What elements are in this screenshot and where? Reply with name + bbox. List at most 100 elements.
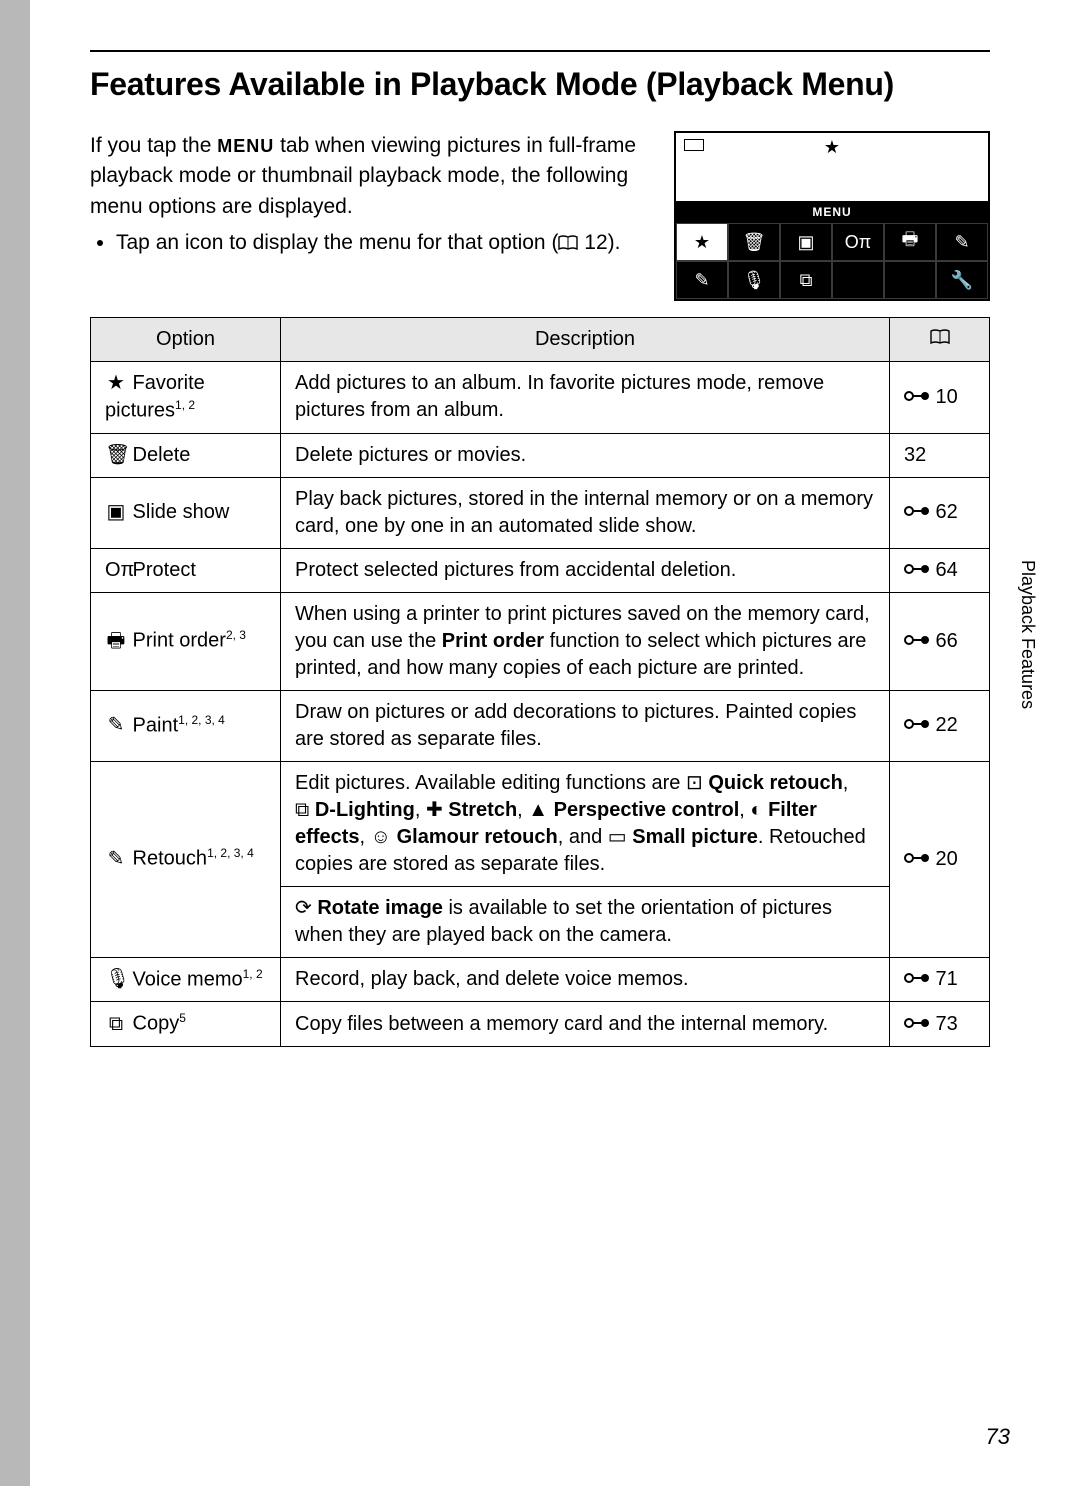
favorite-icon: ★ <box>676 223 728 261</box>
slideshow-icon: ▣ <box>780 223 832 261</box>
table-row: ✎ Paint1, 2, 3, 4Draw on pictures or add… <box>91 690 990 761</box>
bullet-text-a: Tap an icon to display the menu for that… <box>116 231 558 254</box>
paint-icon: ✎ <box>936 223 988 261</box>
table-row: 🎙 Voice memo1, 2Record, play back, and d… <box>91 957 990 1002</box>
retouch-fn-icon: ⊡ <box>686 772 703 794</box>
option-cell: Oπ Protect <box>91 548 281 592</box>
reference-cell: 71 <box>890 957 990 1002</box>
reference-link-icon <box>904 387 930 407</box>
manual-page: Features Available in Playback Mode (Pla… <box>30 0 1080 1486</box>
options-table: Option Description ★ Favoritepictures1, … <box>90 317 990 1047</box>
description-cell: ⟳ Rotate image is available to set the o… <box>281 886 890 957</box>
page-number: 73 <box>986 1424 1010 1450</box>
preview-row-1: ★ 🗑 ▣ Oπ 🖶 ✎ <box>676 223 988 261</box>
camera-preview-graphic: ★ MENU ★ 🗑 ▣ Oπ 🖶 ✎ ✎ 🎙 ⧉ 🔧 <box>674 131 990 301</box>
reference-cell: 62 <box>890 477 990 548</box>
page-title: Features Available in Playback Mode (Pla… <box>90 66 990 103</box>
settings-icon: 🔧 <box>936 261 988 299</box>
option-cell: ▣ Slide show <box>91 477 281 548</box>
option-cell: ★ Favoritepictures1, 2 <box>91 362 281 434</box>
blank-cell <box>884 261 936 299</box>
table-row: ★ Favoritepictures1, 2Add pictures to an… <box>91 362 990 434</box>
description-cell: Play back pictures, stored in the intern… <box>281 477 890 548</box>
option-icon: ⧉ <box>105 1011 127 1038</box>
table-row: ▣ Slide showPlay back pictures, stored i… <box>91 477 990 548</box>
retouch-fn-icon: ▭ <box>608 826 627 848</box>
header-description: Description <box>281 318 890 362</box>
description-cell: Edit pictures. Available editing functio… <box>281 761 890 886</box>
description-cell: Copy files between a memory card and the… <box>281 1002 890 1047</box>
voice-memo-icon: 🎙 <box>728 261 780 299</box>
intro-section: If you tap the MENU tab when viewing pic… <box>90 131 990 301</box>
retouch-fn-icon: ▲ <box>528 799 548 821</box>
reference-link-icon <box>904 502 930 522</box>
reference-cell: 64 <box>890 548 990 592</box>
reference-link-icon <box>904 1014 930 1034</box>
description-cell: Delete pictures or movies. <box>281 433 890 477</box>
reference-link-icon <box>904 715 930 735</box>
reference-cell: 10 <box>890 362 990 434</box>
print-order-icon: 🖶 <box>884 223 936 261</box>
delete-icon: 🗑 <box>728 223 780 261</box>
header-reference <box>890 318 990 362</box>
copy-icon: ⧉ <box>780 261 832 299</box>
option-cell: ✎ Retouch1, 2, 3, 4 <box>91 761 281 957</box>
option-icon: ✎ <box>105 712 127 739</box>
description-cell: When using a printer to print pictures s… <box>281 592 890 690</box>
table-row: Oπ ProtectProtect selected pictures from… <box>91 548 990 592</box>
header-option: Option <box>91 318 281 362</box>
option-icon: ✎ <box>105 846 127 873</box>
reference-link-icon <box>904 969 930 989</box>
option-icon: ▣ <box>105 499 127 526</box>
table-row: 🖶 Print order2, 3When using a printer to… <box>91 592 990 690</box>
preview-menu-bar: MENU <box>676 201 988 223</box>
option-cell: ✎ Paint1, 2, 3, 4 <box>91 690 281 761</box>
intro-bullet: Tap an icon to display the menu for that… <box>116 228 654 260</box>
table-row: 🗑 DeleteDelete pictures or movies.32 <box>91 433 990 477</box>
battery-icon <box>684 139 704 151</box>
rotate-icon: ⟳ <box>295 897 312 919</box>
reference-cell: 22 <box>890 690 990 761</box>
protect-icon: Oπ <box>832 223 884 261</box>
menu-word: MENU <box>217 136 274 156</box>
book-icon <box>929 329 951 345</box>
description-cell: Protect selected pictures from accidenta… <box>281 548 890 592</box>
description-cell: Draw on pictures or add decorations to p… <box>281 690 890 761</box>
retouch-icon: ✎ <box>676 261 728 299</box>
option-icon: 🖶 <box>105 628 127 655</box>
option-icon: ★ <box>105 370 127 397</box>
book-icon <box>558 230 578 260</box>
table-header-row: Option Description <box>91 318 990 362</box>
description-cell: Record, play back, and delete voice memo… <box>281 957 890 1002</box>
retouch-fn-icon: ◐ <box>750 799 762 821</box>
reference-link-icon <box>904 849 930 869</box>
intro-part-1: If you tap the <box>90 134 217 157</box>
blank-cell <box>832 261 884 299</box>
reference-link-icon <box>904 560 930 580</box>
option-cell: 🖶 Print order2, 3 <box>91 592 281 690</box>
top-rule <box>90 50 990 52</box>
reference-cell: 20 <box>890 761 990 957</box>
description-cell: Add pictures to an album. In favorite pi… <box>281 362 890 434</box>
reference-link-icon <box>904 631 930 651</box>
option-cell: 🎙 Voice memo1, 2 <box>91 957 281 1002</box>
option-cell: ⧉ Copy5 <box>91 1002 281 1047</box>
preview-top: ★ <box>676 133 988 201</box>
retouch-fn-icon: ⧉ <box>295 799 309 821</box>
reference-cell: 73 <box>890 1002 990 1047</box>
bullet-text-b: 12). <box>578 231 620 254</box>
table-row: ✎ Retouch1, 2, 3, 4Edit pictures. Availa… <box>91 761 990 886</box>
option-icon: Oπ <box>105 557 127 584</box>
option-icon: 🗑 <box>105 442 127 469</box>
preview-row-2: ✎ 🎙 ⧉ 🔧 <box>676 261 988 299</box>
reference-cell: 66 <box>890 592 990 690</box>
reference-cell: 32 <box>890 433 990 477</box>
star-icon: ★ <box>824 137 840 158</box>
option-icon: 🎙 <box>105 966 127 993</box>
section-side-label: Playback Features <box>1017 560 1038 709</box>
retouch-fn-icon: ☺ <box>371 826 391 848</box>
retouch-fn-icon: ✚ <box>426 799 443 821</box>
intro-text: If you tap the MENU tab when viewing pic… <box>90 131 654 301</box>
option-cell: 🗑 Delete <box>91 433 281 477</box>
table-row: ⧉ Copy5Copy files between a memory card … <box>91 1002 990 1047</box>
